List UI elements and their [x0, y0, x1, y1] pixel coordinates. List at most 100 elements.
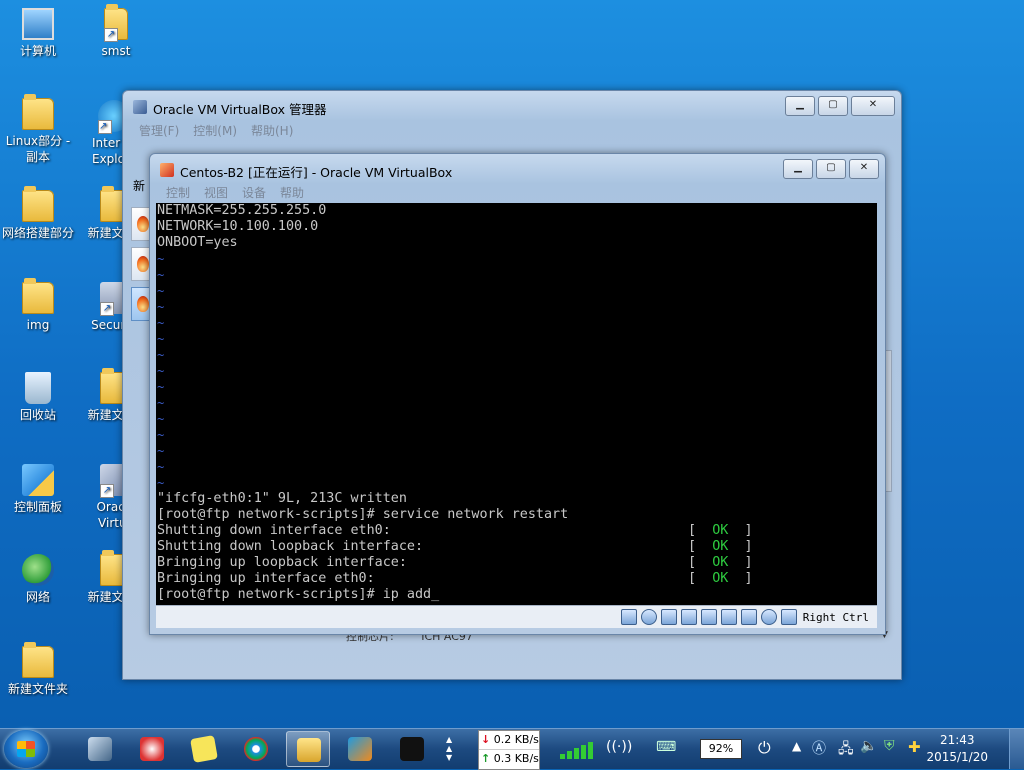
- menu-control[interactable]: 控制(M): [193, 121, 237, 141]
- folder-icon: [297, 738, 321, 762]
- vm-os-icon: [137, 216, 149, 232]
- network-monitor-icon: [88, 737, 112, 761]
- maximize-button[interactable]: ▢: [818, 96, 848, 116]
- usb-icon[interactable]: [660, 609, 677, 625]
- battery-indicator[interactable]: 92%: [700, 739, 742, 759]
- virtualization-icon[interactable]: [740, 609, 757, 625]
- virtualbox-icon: [133, 100, 147, 114]
- menu-manage[interactable]: 管理(F): [139, 121, 179, 141]
- vm-title: Centos-B2 [正在运行] - Oracle VM VirtualBox: [180, 165, 453, 180]
- host-key-arrow-icon[interactable]: [780, 609, 797, 625]
- network-globe-icon: [22, 554, 54, 586]
- maximize-button[interactable]: ▢: [816, 159, 846, 179]
- recycle-bin-icon: [25, 372, 51, 404]
- taskbar-scroll-arrows[interactable]: ▲ ▲ ▼: [446, 735, 452, 762]
- terminal-prompt-line: [root@ftp network-scripts]# ip add_: [157, 587, 440, 602]
- signal-bars-icon[interactable]: [556, 737, 602, 759]
- menu-help[interactable]: 帮助: [280, 183, 304, 203]
- wireless-antenna-icon[interactable]: ((·)): [606, 739, 632, 755]
- vm-os-icon: [137, 296, 149, 312]
- menu-help[interactable]: 帮助(H): [251, 121, 293, 141]
- security-shield-icon[interactable]: ⛨: [884, 738, 895, 754]
- desktop-icon-recycle-bin[interactable]: 回收站: [2, 372, 74, 423]
- vim-tilde: ~: [157, 300, 165, 314]
- taskbar-browser[interactable]: [234, 731, 278, 767]
- vm-statusbar: Right Ctrl: [156, 605, 877, 628]
- desktop-icon-network[interactable]: 网络: [2, 554, 74, 605]
- network-adapter-icon[interactable]: [680, 609, 697, 625]
- volume-icon[interactable]: 🔈: [860, 738, 877, 754]
- upload-arrow-icon: ↑: [481, 752, 491, 765]
- clock[interactable]: 21:43 2015/1/20: [926, 732, 988, 766]
- terminal-icon: [400, 737, 424, 761]
- manager-titlebar[interactable]: Oracle VM VirtualBox 管理器 ▁ ▢ ✕: [123, 91, 901, 121]
- desktop-icon-control-panel[interactable]: 控制面板: [2, 464, 74, 515]
- terminal-line: NETWORK=10.100.100.0: [157, 219, 319, 234]
- keyboard-icon[interactable]: ⌨: [656, 739, 676, 755]
- vim-tilde: ~: [157, 412, 165, 426]
- service-status-text: Shutting down interface eth0:: [157, 523, 391, 538]
- desktop-icon-img[interactable]: img: [2, 278, 74, 333]
- vim-tilde: ~: [157, 460, 165, 474]
- service-status-text: Bringing up interface eth0:: [157, 571, 375, 586]
- terminal-line: ONBOOT=yes: [157, 235, 238, 250]
- vim-tilde: ~: [157, 364, 165, 378]
- menu-devices[interactable]: 设备: [242, 183, 266, 203]
- taskbar-terminal[interactable]: [390, 731, 434, 767]
- vim-tilde: ~: [157, 284, 165, 298]
- start-button[interactable]: [4, 730, 48, 768]
- video-capture-icon[interactable]: [720, 609, 737, 625]
- taskbar-virtualbox[interactable]: [338, 731, 382, 767]
- close-button[interactable]: ✕: [851, 96, 895, 116]
- centos-vm-icon: [160, 163, 174, 177]
- a-tray-icon[interactable]: Ⓐ: [812, 738, 826, 758]
- terminal-line: "ifcfg-eth0:1" 9L, 213C written: [157, 491, 407, 506]
- control-panel-icon: [22, 464, 54, 496]
- power-plug-icon[interactable]: ⏻: [758, 738, 771, 758]
- optical-drive-icon[interactable]: [640, 609, 657, 625]
- taskbar-snipping-tool[interactable]: [130, 731, 174, 767]
- vim-tilde: ~: [157, 252, 165, 266]
- mouse-integration-icon[interactable]: [760, 609, 777, 625]
- menu-control[interactable]: 控制: [166, 183, 190, 203]
- desktop-icon-smst[interactable]: smst: [80, 4, 152, 59]
- taskbar-network-app[interactable]: [78, 731, 122, 767]
- tray-expand-icon[interactable]: ▲: [792, 739, 801, 753]
- host-key-label: Right Ctrl: [802, 610, 869, 624]
- vim-tilde: ~: [157, 348, 165, 362]
- desktop-icon-computer[interactable]: 计算机: [2, 8, 74, 59]
- service-status-badge: [ OK ]: [688, 523, 753, 538]
- terminal-line: NETMASK=255.255.255.0: [157, 203, 327, 218]
- vim-tilde: ~: [157, 396, 165, 410]
- network-speed-widget: ↓ 0.2 KB/s ↑ 0.3 KB/s: [478, 730, 540, 770]
- hard-disk-icon[interactable]: [620, 609, 637, 625]
- shared-folder-icon[interactable]: [700, 609, 717, 625]
- close-button[interactable]: ✕: [849, 159, 879, 179]
- show-desktop-button[interactable]: [1009, 729, 1024, 769]
- new-button-label[interactable]: 新: [133, 177, 145, 194]
- network-status-icon[interactable]: 🖧: [838, 738, 854, 762]
- desktop-icon-new-folder[interactable]: 新建文件夹: [2, 642, 74, 697]
- desktop-icon-linux-copy[interactable]: Linux部分 - 副本: [2, 94, 74, 165]
- folder-icon: [22, 278, 54, 314]
- service-status-text: Bringing up loopback interface:: [157, 555, 407, 570]
- document-shortcut-icon: [104, 4, 128, 42]
- minimize-button[interactable]: ▁: [783, 159, 813, 179]
- minimize-button[interactable]: ▁: [785, 96, 815, 116]
- computer-icon: [22, 8, 54, 40]
- menu-view[interactable]: 视图: [204, 183, 228, 203]
- desktop-icon-network-build[interactable]: 网络搭建部分: [2, 186, 74, 241]
- vm-console[interactable]: NETMASK=255.255.255.0 NETWORK=10.100.100…: [156, 203, 877, 605]
- plus-badge-icon[interactable]: ✚: [908, 738, 921, 756]
- taskbar-explorer[interactable]: [286, 731, 330, 767]
- download-speed: 0.2 KB/s: [493, 733, 539, 746]
- vm-titlebar[interactable]: Centos-B2 [正在运行] - Oracle VM VirtualBox …: [150, 154, 885, 184]
- service-status-badge: [ OK ]: [688, 555, 753, 570]
- vim-tilde: ~: [157, 268, 165, 282]
- vm-menubar: 控制 视图 设备 帮助: [156, 183, 879, 203]
- taskbar-sticky-notes[interactable]: [182, 731, 226, 767]
- vim-tilde: ~: [157, 380, 165, 394]
- vim-tilde: ~: [157, 428, 165, 442]
- clock-time: 21:43: [939, 733, 975, 747]
- sticky-note-icon: [190, 735, 218, 763]
